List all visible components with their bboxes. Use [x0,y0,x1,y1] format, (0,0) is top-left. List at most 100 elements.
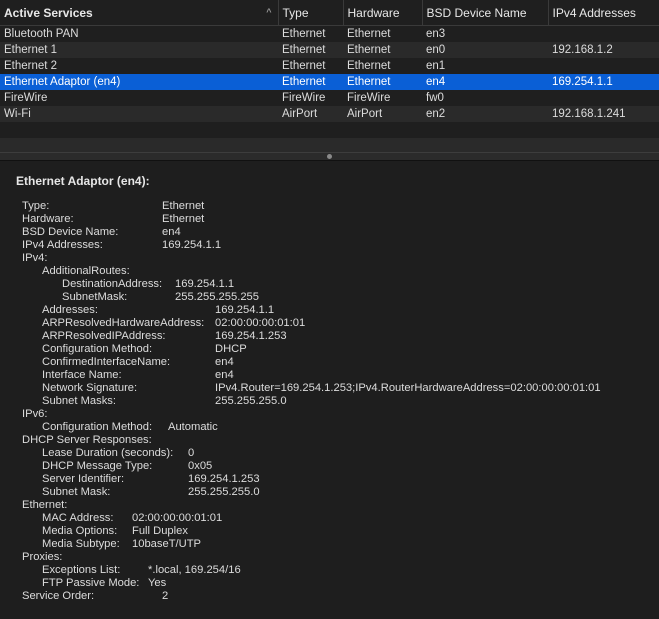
detail-label: Type: [22,200,50,212]
detail-label: Configuration Method: [42,421,153,433]
detail-label: Lease Duration (seconds): [42,447,174,459]
detail-value: 0 [188,447,195,459]
cell-ipv4: 192.168.1.2 [548,42,659,58]
cell-hardware: Ethernet [343,58,422,74]
detail-value: 169.254.1.1 [162,239,222,251]
cell-service: Wi-Fi [0,106,278,122]
cell-service: Ethernet Adaptor (en4) [0,74,278,90]
detail-label: AdditionalRoutes: [42,265,130,277]
detail-value: Ethernet [162,200,205,212]
detail-value: *.local, 169.254/16 [148,564,241,576]
sort-ascending-icon: ^ [266,7,272,17]
cell-type: AirPort [278,106,343,122]
detail-label: IPv6: [22,408,48,420]
detail-label: Exceptions List: [42,564,121,576]
cell-hardware: Ethernet [343,74,422,90]
cell-service: Bluetooth PAN [0,25,278,42]
cell-type: FireWire [278,90,343,106]
cell-bsd: en0 [422,42,548,58]
split-view-divider[interactable] [0,152,659,161]
detail-value: DHCP [215,343,247,355]
cell-service: Ethernet 1 [0,42,278,58]
services-table[interactable]: Active Services ^ Type Hardware BSD Devi… [0,0,659,152]
detail-value: 0x05 [188,460,213,472]
detail-label: Hardware: [22,213,74,225]
detail-label: BSD Device Name: [22,226,119,238]
detail-value: Full Duplex [132,525,188,537]
detail-value: Automatic [168,421,218,433]
cell-ipv4 [548,90,659,106]
cell-type: Ethernet [278,58,343,74]
table-row[interactable]: Bluetooth PAN Ethernet Ethernet en3 [0,25,659,42]
detail-label: IPv4 Addresses: [22,239,103,251]
empty-row [0,122,659,138]
cell-type: Ethernet [278,74,343,90]
detail-value: 255.255.255.255 [175,291,259,303]
table-header-row: Active Services ^ Type Hardware BSD Devi… [0,0,659,26]
empty-row [0,138,659,152]
detail-label: Interface Name: [42,369,122,381]
column-header-label: BSD Device Name [426,5,527,20]
detail-value: IPv4.Router=169.254.1.253;IPv4.RouterHar… [215,382,601,394]
cell-ipv4: 192.168.1.241 [548,106,659,122]
cell-hardware: FireWire [343,90,422,106]
detail-label: DHCP Message Type: [42,460,153,472]
detail-label: SubnetMask: [62,291,128,303]
cell-type: Ethernet [278,42,343,58]
column-header-bsd-device-name[interactable]: BSD Device Name [422,0,549,26]
column-header-active-services[interactable]: Active Services ^ [0,0,279,26]
cell-bsd: en4 [422,74,548,90]
cell-bsd: fw0 [422,90,548,106]
cell-service: FireWire [0,90,278,106]
detail-label: Proxies: [22,551,63,563]
cell-bsd: en3 [422,25,548,42]
table-row-selected[interactable]: Ethernet Adaptor (en4) Ethernet Ethernet… [0,74,659,90]
table-row[interactable]: FireWire FireWire FireWire fw0 [0,90,659,106]
detail-value: 02:00:00:00:01:01 [215,317,306,329]
detail-label: Network Signature: [42,382,138,394]
detail-value: en4 [215,369,234,381]
detail-value: Ethernet [162,213,205,225]
details-pane: Ethernet Adaptor (en4): Type: Ethernet Har… [0,161,659,619]
table-row[interactable]: Ethernet 1 Ethernet Ethernet en0 192.168… [0,42,659,58]
detail-label: FTP Passive Mode: [42,577,140,589]
detail-label: ARPResolvedIPAddress: [42,330,166,342]
cell-service: Ethernet 2 [0,58,278,74]
cell-bsd: en1 [422,58,548,74]
system-information-window: Active Services ^ Type Hardware BSD Devi… [0,0,659,619]
column-header-label: Active Services [4,5,93,20]
divider-handle-icon[interactable] [327,154,332,159]
detail-value: 02:00:00:00:01:01 [132,512,223,524]
column-header-ipv4-addresses[interactable]: IPv4 Addresses [548,0,659,26]
cell-ipv4: 169.254.1.1 [548,74,659,90]
detail-value: Yes [148,577,167,589]
detail-label: ARPResolvedHardwareAddress: [42,317,205,329]
detail-value: 10baseT/UTP [132,538,202,550]
detail-value: 255.255.255.0 [188,486,260,498]
detail-label: Subnet Mask: [42,486,111,498]
column-header-hardware[interactable]: Hardware [343,0,423,26]
column-header-label: Type [282,5,309,20]
cell-ipv4 [548,25,659,42]
detail-label: Ethernet: [22,499,68,511]
detail-label: Service Order: [22,590,95,602]
detail-value: 2 [162,590,169,602]
detail-label: Subnet Masks: [42,395,116,407]
cell-ipv4 [548,58,659,74]
cell-bsd: en2 [422,106,548,122]
table-row[interactable]: Wi-Fi AirPort AirPort en2 192.168.1.241 [0,106,659,122]
detail-value: en4 [215,356,234,368]
detail-value: 169.254.1.253 [215,330,287,342]
detail-label: DHCP Server Responses: [22,434,152,446]
services-table-container[interactable]: Active Services ^ Type Hardware BSD Devi… [0,0,659,152]
detail-value: 169.254.1.1 [175,278,235,290]
table-row[interactable]: Ethernet 2 Ethernet Ethernet en1 [0,58,659,74]
detail-label: Media Subtype: [42,538,120,550]
detail-label: Media Options: [42,525,118,537]
column-header-type[interactable]: Type [278,0,344,26]
detail-label: MAC Address: [42,512,114,524]
detail-label: ConfirmedInterfaceName: [42,356,171,368]
detail-value: 169.254.1.253 [188,473,260,485]
detail-label: Addresses: [42,304,98,316]
cell-type: Ethernet [278,25,343,42]
